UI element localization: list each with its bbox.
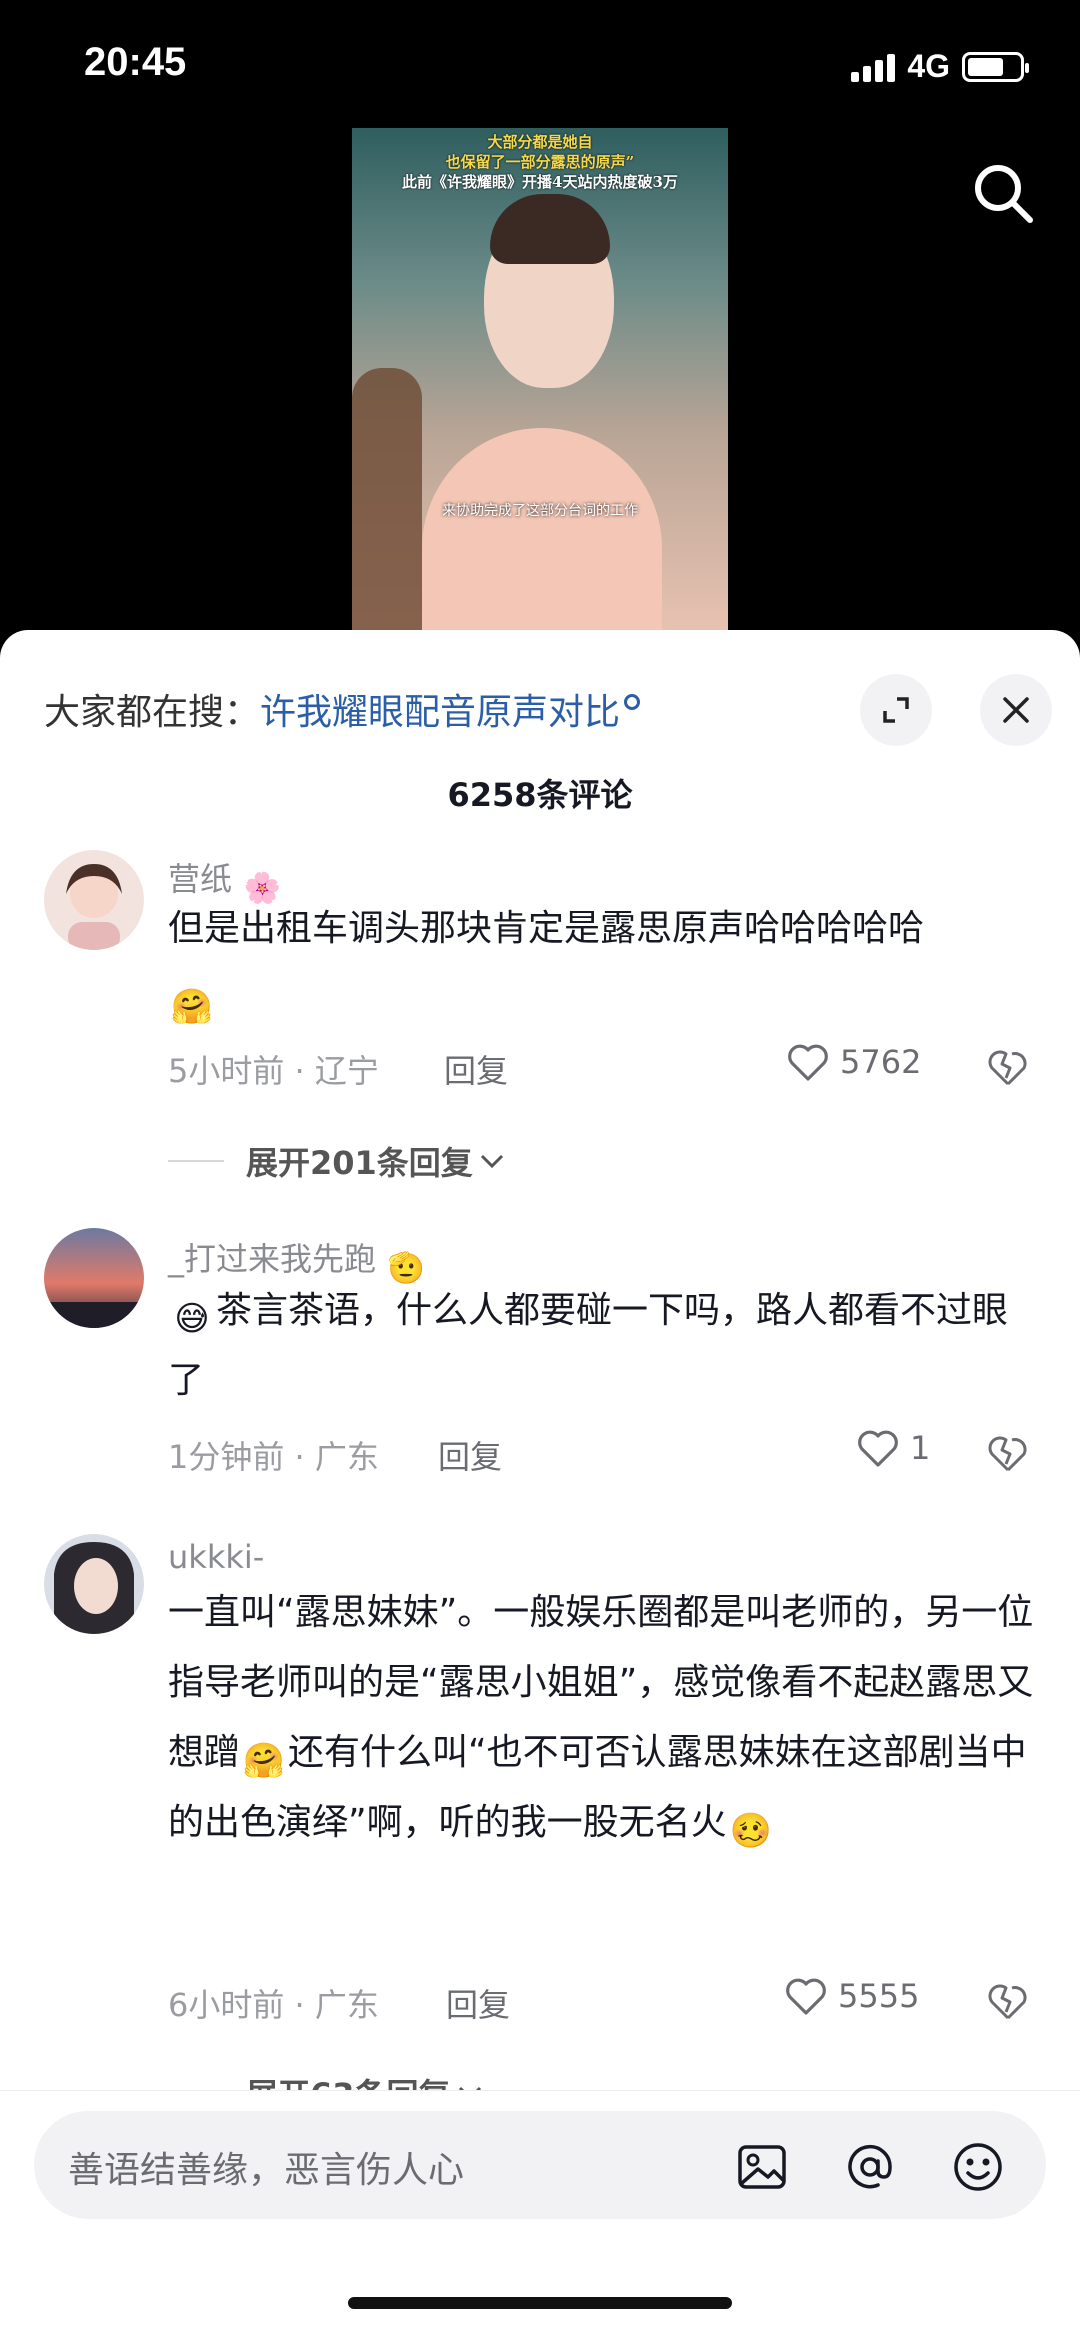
avatar[interactable] (44, 850, 144, 950)
broken-heart-icon[interactable] (986, 1978, 1030, 2022)
image-icon[interactable] (734, 2139, 790, 2195)
reply-button[interactable]: 回复 (438, 1432, 502, 1478)
home-indicator (348, 2297, 732, 2309)
dizzy-face-emoji: 🥴 (729, 1811, 772, 1851)
comment-meta: 1分钟前 · 广东 (168, 1438, 379, 1476)
video-caption-bottom: 来协助完成了这部分台词的工作 (442, 503, 638, 519)
video-caption-line: 大部分都是她自 (487, 133, 593, 151)
like-button[interactable]: 5762 (786, 1042, 921, 1082)
comment-meta: 5小时前 · 辽宁 (168, 1052, 379, 1090)
avatar-image (44, 1534, 144, 1634)
username-text: _打过来我先跑 (168, 1240, 377, 1278)
like-button[interactable]: 5555 (784, 1976, 919, 2016)
heart-icon (788, 1044, 828, 1081)
status-time: 20:45 (84, 40, 187, 84)
comment-sheet: 大家都在搜：许我耀眼配音原声对比 6258条评论 营纸 🌸 但是出租车调头那块肯… (0, 630, 1080, 2337)
avatar-image (44, 850, 144, 950)
comment-meta: 6小时前 · 广东 (168, 1986, 379, 2024)
reply-button[interactable]: 回复 (444, 1046, 508, 1092)
status-indicators: 4G (851, 48, 1029, 85)
broken-heart-icon[interactable] (986, 1430, 1030, 1474)
comment-text[interactable]: 但是出租车调头那块肯定是露思原声哈哈哈哈哈 🤗 (168, 894, 1040, 1034)
video-preview[interactable]: 大部分都是她自 也保留了一部分露思的原声” 此前《许我耀眼》开播4天站内热度破3… (352, 128, 728, 638)
video-figure-body (422, 428, 662, 638)
like-count: 5555 (838, 1977, 920, 2015)
chevron-down-icon (480, 1154, 503, 1169)
hug-emoji: 🤗 (242, 1741, 286, 1781)
network-type: 4G (907, 48, 950, 84)
comment-input-bar: 善语结善缘，恶言伤人心 (0, 2090, 1080, 2337)
hug-emoji: 🤗 (170, 987, 214, 1027)
like-count: 5762 (840, 1043, 922, 1081)
close-button[interactable] (980, 674, 1052, 746)
avatar[interactable] (44, 1228, 144, 1328)
video-caption-line: 也保留了一部分露思的原声” (445, 153, 635, 171)
reply-button[interactable]: 回复 (446, 1980, 510, 2026)
comment-text[interactable]: 一直叫“露思妹妹”。一般娱乐圈都是叫老师的，另一位指导老师叫的是“露思小姐姐”，… (168, 1578, 1040, 1858)
status-bar: 20:45 4G (0, 0, 1080, 130)
heart-icon (786, 1978, 826, 2015)
comment-input[interactable]: 善语结善缘，恶言伤人心 (34, 2111, 1046, 2219)
close-icon (1003, 697, 1029, 723)
expand-button[interactable] (860, 674, 932, 746)
expand-icon (883, 697, 909, 723)
search-icon (624, 694, 641, 710)
heart-icon (858, 1430, 898, 1467)
comment-username[interactable]: ukkki- (168, 1538, 264, 1576)
input-placeholder: 善语结善缘，恶言伤人心 (68, 2150, 465, 2191)
video-caption-top: 大部分都是她自 也保留了一部分露思的原声” 此前《许我耀眼》开播4天站内热度破3… (352, 132, 728, 192)
comment-count: 6258条评论 (447, 776, 633, 814)
sheet-header: 大家都在搜：许我耀眼配音原声对比 (44, 674, 1052, 746)
video-caption-line: 此前《许我耀眼》开播4天站内热度破3万 (402, 173, 678, 191)
comment-text-body: 但是出租车调头那块肯定是露思原声哈哈哈哈哈 (168, 908, 925, 949)
trending-search[interactable]: 大家都在搜：许我耀眼配音原声对比 (44, 683, 641, 735)
video-figure-hair (490, 194, 610, 264)
trending-prefix: 大家都在搜： (44, 692, 261, 733)
like-count: 1 (910, 1429, 931, 1467)
trending-keyword[interactable]: 许我耀眼配音原声对比 (260, 692, 620, 733)
broken-heart-icon[interactable] (986, 1044, 1030, 1088)
expand-replies-label: 展开201条回复 (246, 1144, 473, 1182)
expand-replies[interactable]: 展开201条回复 (168, 1138, 505, 1184)
search-icon[interactable] (970, 160, 1036, 226)
at-icon[interactable] (842, 2139, 898, 2195)
like-button[interactable]: 1 (856, 1428, 930, 1468)
battery-icon (962, 51, 1029, 82)
comment-text[interactable]: 😅 茶言茶语，什么人都要碰一下吗，路人都看不过眼了 (168, 1276, 1040, 1416)
signal-icon (851, 52, 896, 82)
comment-text-body: 还有什么叫“也不可否认露思妹妹在这部剧当中的出色演绎”啊，听的我一股无名火 (168, 1732, 1027, 1843)
sweat-smile-emoji: 😅 (174, 1299, 210, 1339)
avatar[interactable] (44, 1534, 144, 1634)
divider-line (168, 1160, 224, 1162)
username-text: 营纸 (168, 860, 233, 898)
emoji-icon[interactable] (950, 2139, 1006, 2195)
avatar-image (44, 1228, 144, 1328)
comment-text-body: 茶言茶语，什么人都要碰一下吗，路人都看不过眼了 (168, 1290, 1009, 1401)
